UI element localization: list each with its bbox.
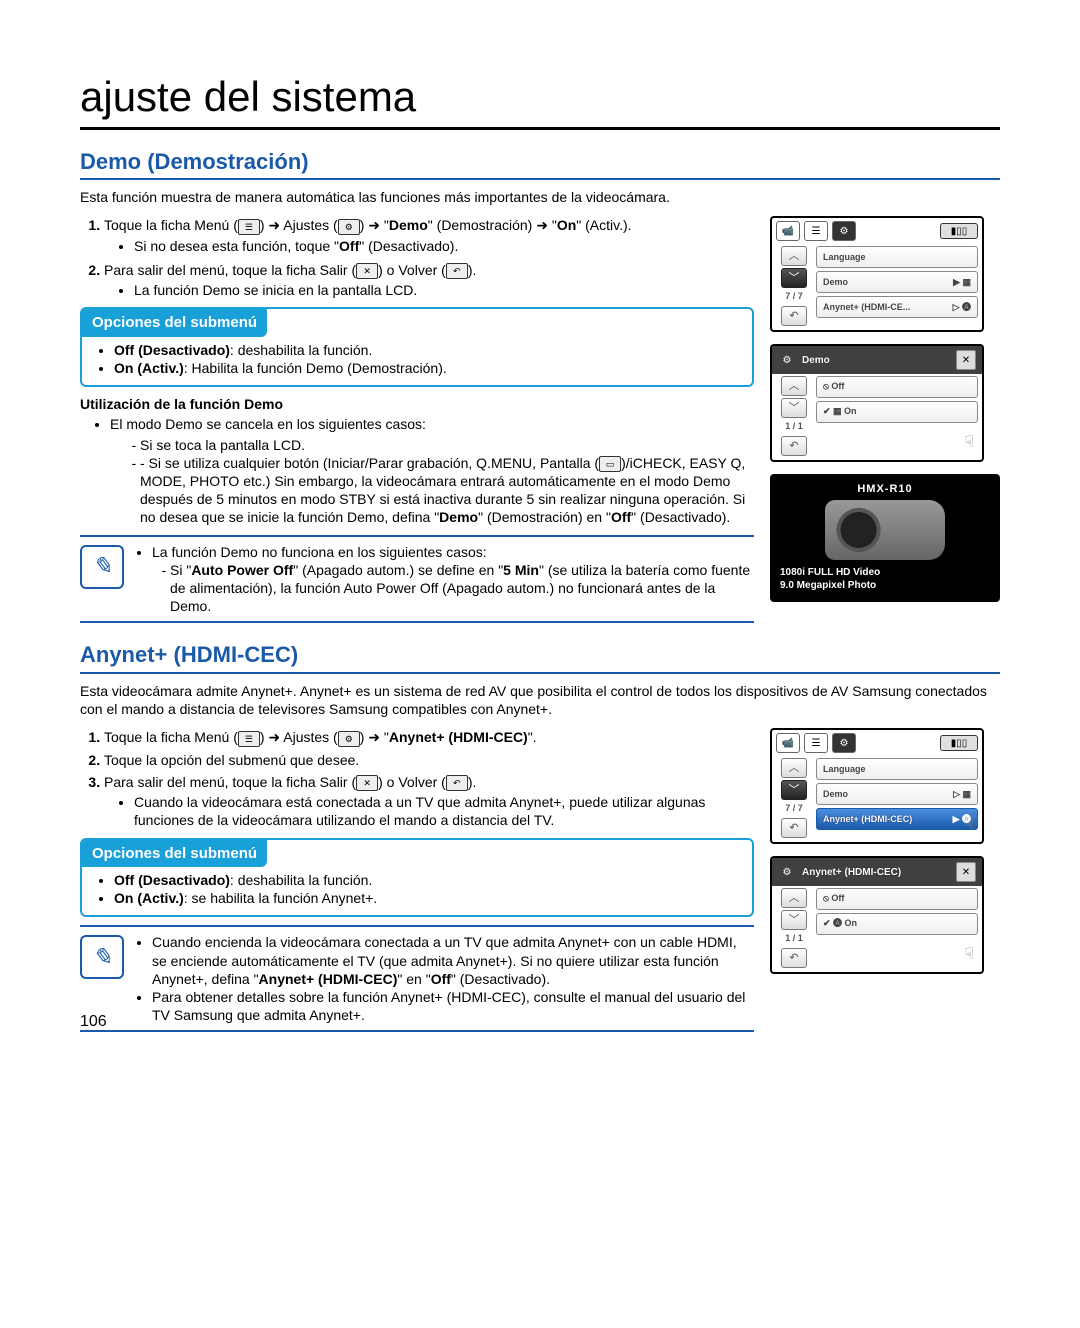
settings-screen-anynet: 📹 ☰ ⚙ ▮▯▯ ︿ ﹀ 7 / 7 ↶ Language Demo: [770, 728, 984, 844]
back-button[interactable]: ↶: [781, 948, 807, 968]
demo-submenu-screen: ⚙ Demo ✕ ︿ ﹀ 1 / 1 ↶ ⦸ Off ✔ ▦ On: [770, 344, 984, 462]
on-option[interactable]: ✔ 🅐 On: [816, 913, 978, 935]
page-indicator: 7 / 7: [785, 291, 803, 303]
promo-model: HMX-R10: [780, 482, 990, 496]
demo-submenu-on: On (Activ.): Habilita la función Demo (D…: [114, 359, 738, 377]
demo-note: ✎ La función Demo no funciona en los sig…: [80, 535, 754, 624]
anynet-submenu-off: Off (Desactivado): deshabilita la funció…: [114, 871, 738, 889]
demo-step2-bullet: La función Demo se inicia en la pantalla…: [134, 281, 754, 299]
display-icon: ▭: [599, 456, 621, 472]
demo-item[interactable]: Demo▶ ▦: [816, 271, 978, 293]
promo-line1: 1080i FULL HD Video: [780, 566, 990, 579]
back-icon: ↶: [446, 263, 468, 279]
gear-icon: ⚙: [338, 219, 360, 235]
menu-icon: ☰: [238, 219, 260, 235]
rec-tab-icon[interactable]: 📹: [776, 733, 800, 753]
scroll-up-button[interactable]: ︿: [781, 758, 807, 778]
screen-title-demo: Demo: [802, 354, 950, 367]
demo-usage-dash2: - Si se utiliza cualquier botón (Iniciar…: [140, 454, 754, 527]
anynet-item-selected[interactable]: Anynet+ (HDMI-CEC)▶ 🅐: [816, 808, 978, 830]
anynet-submenu-box: Opciones del submenú Off (Desactivado): …: [80, 838, 754, 918]
back-icon: ↶: [446, 775, 468, 791]
demo-heading: Demo (Demostración): [80, 148, 1000, 181]
demo-step-1: Toque la ficha Menú (☰) ➜ Ajustes (⚙) ➜ …: [104, 216, 754, 254]
anynet-step-2: Toque la opción del submenú que desee.: [104, 751, 754, 769]
demo-intro: Esta función muestra de manera automátic…: [80, 188, 1000, 206]
demo-item[interactable]: Demo▷ ▦: [816, 783, 978, 805]
anynet-note-1: Cuando encienda la videocámara conectada…: [152, 933, 754, 988]
demo-note-dash1: Si "Auto Power Off" (Apagado autom.) se …: [170, 561, 754, 616]
page-title: ajuste del sistema: [80, 70, 1000, 130]
gear-icon: ⚙: [338, 731, 360, 747]
scroll-down-button[interactable]: ﹀: [781, 268, 807, 288]
scroll-down-button[interactable]: ﹀: [781, 398, 807, 418]
anynet-submenu-on: On (Activ.): se habilita la función Anyn…: [114, 889, 738, 907]
demo-submenu-box: Opciones del submenú Off (Desactivado): …: [80, 307, 754, 387]
page-number: 106: [80, 1012, 107, 1033]
page-indicator: 1 / 1: [785, 421, 803, 433]
demo-submenu-title: Opciones del submenú: [82, 309, 267, 337]
demo-note-intro: La función Demo no funciona en los sigui…: [152, 543, 754, 616]
language-item[interactable]: Language: [816, 758, 978, 780]
demo-usage-intro: El modo Demo se cancela en los siguiente…: [110, 415, 754, 526]
screen-title-anynet: Anynet+ (HDMI-CEC): [802, 866, 950, 879]
promo-line2: 9.0 Megapixel Photo: [780, 579, 990, 592]
demo-step-2: Para salir del menú, toque la ficha Sali…: [104, 261, 754, 299]
rec-tab-icon[interactable]: 📹: [776, 221, 800, 241]
battery-icon: ▮▯▯: [940, 735, 978, 751]
anynet-heading: Anynet+ (HDMI-CEC): [80, 641, 1000, 674]
scroll-down-button[interactable]: ﹀: [781, 910, 807, 930]
scroll-up-button[interactable]: ︿: [781, 246, 807, 266]
note-icon: ✎: [80, 545, 124, 589]
anynet-intro: Esta videocámara admite Anynet+. Anynet+…: [80, 682, 1000, 718]
battery-icon: ▮▯▯: [940, 223, 978, 239]
page-indicator: 7 / 7: [785, 803, 803, 815]
anynet-note: ✎ Cuando encienda la videocámara conecta…: [80, 925, 754, 1032]
demo-usage-title: Utilización de la función Demo: [80, 395, 754, 413]
anynet-step-1: Toque la ficha Menú (☰) ➜ Ajustes (⚙) ➜ …: [104, 728, 754, 746]
close-button[interactable]: ✕: [956, 862, 976, 882]
gear-icon: ⚙: [778, 351, 796, 369]
language-item[interactable]: Language: [816, 246, 978, 268]
on-option[interactable]: ✔ ▦ On: [816, 401, 978, 423]
anynet-note-2: Para obtener detalles sobre la función A…: [152, 988, 754, 1024]
menu-tab-icon[interactable]: ☰: [804, 221, 828, 241]
menu-icon: ☰: [238, 731, 260, 747]
settings-tab-icon[interactable]: ⚙: [832, 221, 856, 241]
demo-step1-bullet: Si no desea esta función, toque "Off" (D…: [134, 237, 754, 255]
scroll-up-button[interactable]: ︿: [781, 888, 807, 908]
promo-panel: HMX-R10 1080i FULL HD Video 9.0 Megapixe…: [770, 474, 1000, 602]
close-button[interactable]: ✕: [956, 350, 976, 370]
settings-screen-demo: 📹 ☰ ⚙ ▮▯▯ ︿ ﹀ 7 / 7 ↶ Language Demo: [770, 216, 984, 332]
close-icon: ✕: [356, 775, 378, 791]
menu-tab-icon[interactable]: ☰: [804, 733, 828, 753]
anynet-item[interactable]: Anynet+ (HDMI-CE...▷ 🅐: [816, 296, 978, 318]
demo-usage-dash1: Si se toca la pantalla LCD.: [140, 436, 754, 454]
gear-icon: ⚙: [778, 863, 796, 881]
anynet-submenu-screen: ⚙ Anynet+ (HDMI-CEC) ✕ ︿ ﹀ 1 / 1 ↶ ⦸ Off…: [770, 856, 984, 974]
back-button[interactable]: ↶: [781, 306, 807, 326]
off-option[interactable]: ⦸ Off: [816, 888, 978, 910]
back-button[interactable]: ↶: [781, 436, 807, 456]
page-indicator: 1 / 1: [785, 933, 803, 945]
anynet-submenu-title: Opciones del submenú: [82, 840, 267, 868]
settings-tab-icon[interactable]: ⚙: [832, 733, 856, 753]
back-button[interactable]: ↶: [781, 818, 807, 838]
close-icon: ✕: [356, 263, 378, 279]
anynet-step3-bullet: Cuando la videocámara está conectada a u…: [134, 793, 754, 829]
scroll-up-button[interactable]: ︿: [781, 376, 807, 396]
note-icon: ✎: [80, 935, 124, 979]
demo-submenu-off: Off (Desactivado): deshabilita la funció…: [114, 341, 738, 359]
anynet-step-3: Para salir del menú, toque la ficha Sali…: [104, 773, 754, 830]
camcorder-image: [825, 500, 945, 560]
off-option[interactable]: ⦸ Off: [816, 376, 978, 398]
scroll-down-button[interactable]: ﹀: [781, 780, 807, 800]
